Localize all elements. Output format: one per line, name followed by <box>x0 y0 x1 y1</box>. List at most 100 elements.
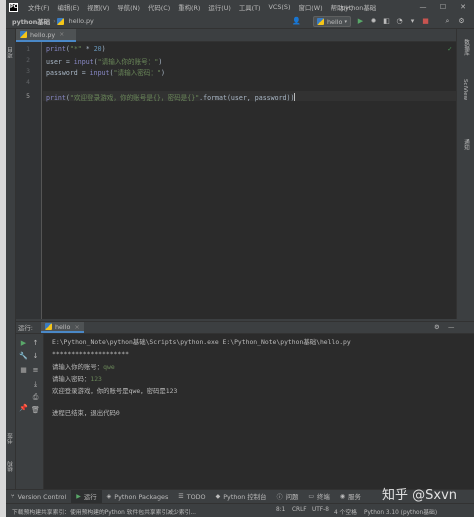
close-window-button[interactable]: ✕ <box>458 2 468 12</box>
list-icon: ☰ <box>178 493 184 500</box>
profile-icon[interactable]: ◔ <box>394 16 405 27</box>
tab-hello-py[interactable]: hello.py × <box>16 29 76 42</box>
left-tool-strip: 项目 书签 结构 <box>6 29 16 489</box>
status-line-separator[interactable]: CRLF <box>292 507 307 513</box>
chevron-down-icon: ▾ <box>344 18 347 25</box>
inspection-ok-icon[interactable]: ✓ <box>448 45 452 53</box>
tab-run-hello[interactable]: hello × <box>40 322 84 333</box>
maximize-button[interactable]: ☐ <box>438 2 448 12</box>
coverage-icon[interactable]: ◧ <box>381 16 392 27</box>
tool-tab-project[interactable]: 项目 <box>7 47 15 58</box>
pycharm-logo-icon: PC <box>9 2 18 12</box>
code-line: password = input("请输入密码：") <box>46 69 166 77</box>
run-panel-header: 运行: hello × ⚙ — <box>16 321 474 334</box>
services-icon: ◉ <box>339 493 346 500</box>
tool-services[interactable]: ◉ 服务 <box>335 490 366 504</box>
menu-file[interactable]: 文件(F) <box>24 3 53 12</box>
menu-edit[interactable]: 编辑(E) <box>53 3 83 12</box>
more-run-icon[interactable]: ▾ <box>407 16 418 27</box>
status-interpreter[interactable]: Python 3.10 (python基础) <box>364 507 437 516</box>
run-console[interactable]: E:\Python_Note\python基础\Scripts\python.e… <box>44 334 474 489</box>
line-number-gutter: 1 2 3 4 5 <box>16 42 42 319</box>
menu-tools[interactable]: 工具(T) <box>235 3 265 12</box>
line-number: 3 <box>26 67 30 75</box>
python-file-icon <box>44 323 52 330</box>
tool-tab-bookmarks[interactable]: 书签 <box>7 433 15 444</box>
tool-run[interactable]: ▶ 运行 <box>71 489 102 504</box>
menu-window[interactable]: 窗口(W) <box>294 3 326 12</box>
tool-version-control[interactable]: ⑂ Version Control <box>6 490 71 504</box>
menu-refactor[interactable]: 重构(R) <box>174 3 204 12</box>
bug-icon[interactable]: ✹ <box>368 16 379 27</box>
status-line-col[interactable]: 8:1 <box>276 507 285 513</box>
tool-tab-database[interactable]: 数据库 <box>462 39 470 56</box>
scroll-to-end-icon[interactable]: ⤓ <box>31 380 40 389</box>
pin-icon[interactable]: 📌 <box>19 404 28 413</box>
tool-tab-sciview[interactable]: SciView <box>462 79 468 100</box>
problems-icon: ⓘ <box>276 494 283 501</box>
breadcrumb-separator: › <box>53 17 56 25</box>
tool-python-console[interactable]: ◆ Python 控制台 <box>211 490 272 504</box>
line-number: 2 <box>26 56 30 64</box>
breadcrumb-file[interactable]: hello.py <box>67 17 96 25</box>
zhihu-watermark: 知乎 @Sxvn <box>382 488 458 503</box>
tool-python-packages[interactable]: ◈ Python Packages <box>102 490 174 504</box>
stop-icon[interactable]: ■ <box>420 16 431 27</box>
status-encoding[interactable]: UTF-8 <box>312 507 329 513</box>
tool-tab-structure[interactable]: 结构 <box>7 461 15 472</box>
window-title: python基础 <box>341 4 377 12</box>
stop-icon[interactable]: ■ <box>19 366 28 375</box>
menu-run[interactable]: 运行(U) <box>204 3 234 12</box>
trash-icon[interactable]: 🗑 <box>31 406 40 415</box>
console-command: E:\Python_Note\python基础\Scripts\python.e… <box>52 338 351 346</box>
line-number: 1 <box>26 45 30 53</box>
package-icon: ◈ <box>106 493 112 500</box>
wrench-icon[interactable]: 🔧 <box>19 352 28 361</box>
menu-bar: PC 文件(F) 编辑(E) 视图(V) 导航(N) 代码(C) 重构(R) 运… <box>6 0 474 14</box>
code-editor[interactable]: 1 2 3 4 5 print("*" * 20) user = input("… <box>16 42 456 319</box>
run-config-label: hello <box>327 17 343 26</box>
tool-problems[interactable]: ⓘ 问题 <box>272 490 304 504</box>
run-icon: ▶ <box>76 493 81 500</box>
console-exit-message: 进程已结束，退出代码0 <box>52 409 120 417</box>
status-message[interactable]: 下载预构建共享索引：使用预构建的Python 软件包共享索引减少索引... <box>12 507 196 516</box>
scroll-down-icon[interactable]: ↓ <box>31 352 40 361</box>
console-output: ******************** <box>52 350 129 358</box>
menu-view[interactable]: 视图(V) <box>83 3 113 12</box>
menu-navigate[interactable]: 导航(N) <box>113 3 144 12</box>
right-tool-strip: 数据库 SciView 通知 <box>456 29 474 319</box>
close-run-tab-icon[interactable]: × <box>74 323 79 331</box>
status-bar: 下载预构建共享索引：使用预构建的Python 软件包共享索引减少索引... 8:… <box>6 503 474 517</box>
scroll-up-icon[interactable]: ↑ <box>31 339 40 348</box>
run-tab-label: hello <box>54 322 71 331</box>
tool-tab-notifications[interactable]: 通知 <box>462 139 470 150</box>
minimize-panel-icon[interactable]: — <box>448 323 454 331</box>
tab-label: hello.py <box>30 30 56 39</box>
status-indent[interactable]: 4 个空格 <box>334 507 357 516</box>
minimize-button[interactable]: — <box>418 2 428 12</box>
gear-icon[interactable]: ⚙ <box>456 16 467 27</box>
python-console-icon: ◆ <box>215 493 221 500</box>
close-tab-icon[interactable]: × <box>59 31 64 38</box>
code-line: print("欢迎登录游戏，你的账号是{}，密码是{}".format(user… <box>46 93 296 102</box>
search-icon[interactable]: ⌕ <box>442 16 453 27</box>
menu-vcs[interactable]: VCS(S) <box>265 3 295 11</box>
console-output: 请输入你的账号：qwe <box>52 363 115 371</box>
breadcrumb-project[interactable]: python基础 <box>10 17 52 26</box>
run-icon[interactable]: ▶ <box>355 16 366 27</box>
line-number: 4 <box>26 78 30 86</box>
tool-todo[interactable]: ☰ TODO <box>173 490 210 504</box>
print-icon[interactable]: ⎙ <box>31 393 40 402</box>
tool-terminal[interactable]: ▭ 终端 <box>303 490 334 504</box>
editor-tab-bar: hello.py × <box>16 29 456 42</box>
rerun-icon[interactable]: ▶ <box>19 339 28 348</box>
menu-code[interactable]: 代码(C) <box>144 3 174 12</box>
python-file-icon <box>20 31 27 38</box>
soft-wrap-icon[interactable]: ≡ <box>31 366 40 375</box>
run-configuration-select[interactable]: hello ▾ <box>313 16 351 27</box>
python-file-icon <box>56 17 64 25</box>
line-number: 5 <box>26 92 30 100</box>
gear-icon[interactable]: ⚙ <box>434 323 440 331</box>
navigation-bar: python基础 › hello.py 👤 hello ▾ ▶ ✹ ◧ ◔ ▾ … <box>6 14 474 29</box>
user-icon[interactable]: 👤 <box>291 16 302 27</box>
